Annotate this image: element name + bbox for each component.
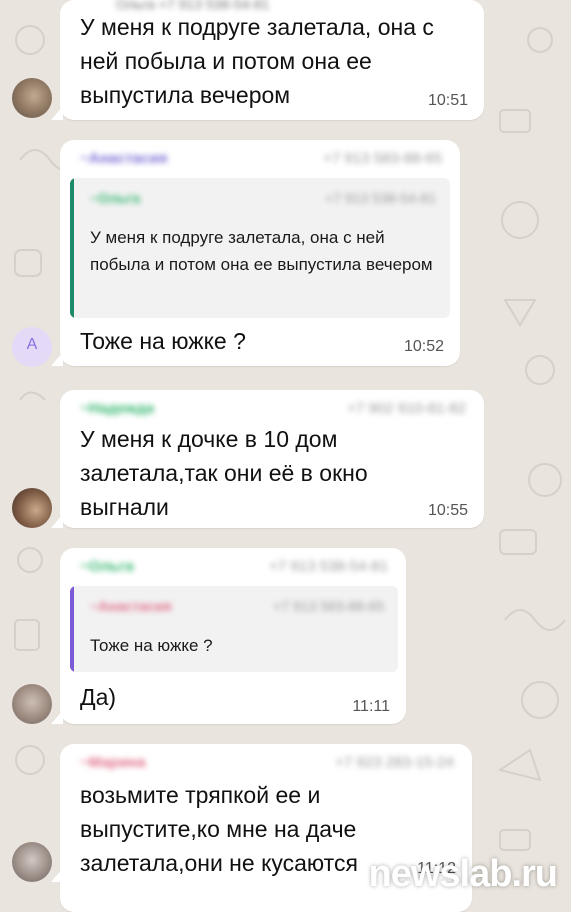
quoted-sender-phone: +7 913 538-54-81 xyxy=(325,190,436,206)
quoted-sender-phone: +7 913 583-88-65 xyxy=(273,598,384,614)
sender-phone: +7 913 538-54-81 xyxy=(269,558,388,575)
sender-phone: +7 923 283-15-24 xyxy=(335,754,454,771)
cut-off-sender-line: Ольга +7 913 538-54-81 xyxy=(116,0,270,12)
message-time: 10:55 xyxy=(427,502,468,519)
watermark-logo: newslab.ru xyxy=(368,853,558,895)
message-bubble[interactable]: ~Анастасия +7 913 583-88-65 ~Ольга +7 91… xyxy=(51,140,460,366)
avatar[interactable]: A xyxy=(12,327,52,367)
quoted-message[interactable]: ~Анастасия +7 913 583-88-65 Тоже на южке… xyxy=(70,586,398,672)
quote-accent-bar xyxy=(70,586,74,672)
quoted-sender-name: ~Ольга xyxy=(90,190,140,206)
avatar[interactable] xyxy=(12,488,52,528)
message-bubble[interactable]: У меня к подруге залетала, она с ней поб… xyxy=(51,0,484,120)
avatar[interactable] xyxy=(12,78,52,118)
sender-name: ~Надежда xyxy=(80,400,155,417)
message-time: 10:51 xyxy=(427,92,468,109)
quoted-text: Тоже на южке ? xyxy=(90,636,213,655)
quote-accent-bar xyxy=(70,178,74,318)
message-time: 10:52 xyxy=(403,338,444,355)
avatar[interactable] xyxy=(12,684,52,724)
quoted-sender-name: ~Анастасия xyxy=(90,598,172,614)
message-text: У меня к дочке в 10 дом залетала,так они… xyxy=(80,426,368,520)
message-bubble[interactable]: ~Надежда +7 902 910-81-82 У меня к дочке… xyxy=(51,390,484,528)
message-bubble[interactable]: ~Ольга +7 913 538-54-81 ~Анастасия +7 91… xyxy=(51,548,406,724)
avatar[interactable] xyxy=(12,842,52,882)
avatar-letter-icon: A xyxy=(26,336,38,353)
sender-name: ~Анастасия xyxy=(80,150,168,167)
sender-phone: +7 902 910-81-82 xyxy=(347,400,466,417)
quoted-message[interactable]: ~Ольга +7 913 538-54-81 У меня к подруге… xyxy=(70,178,450,318)
message-text: возьмите тряпкой ее и выпустите,ко мне н… xyxy=(80,782,358,876)
sender-name: ~Ольга xyxy=(80,558,134,575)
message-text: Да) xyxy=(80,684,117,710)
message-text: У меня к подруге залетала, она с ней поб… xyxy=(80,14,434,108)
sender-name: ~Марина xyxy=(80,754,146,771)
sender-phone: +7 913 583-88-65 xyxy=(323,150,442,167)
message-text: Тоже на южке ? xyxy=(80,328,246,354)
quoted-text: У меня к подруге залетала, она с ней поб… xyxy=(90,228,433,274)
message-time: 11:11 xyxy=(352,698,390,715)
